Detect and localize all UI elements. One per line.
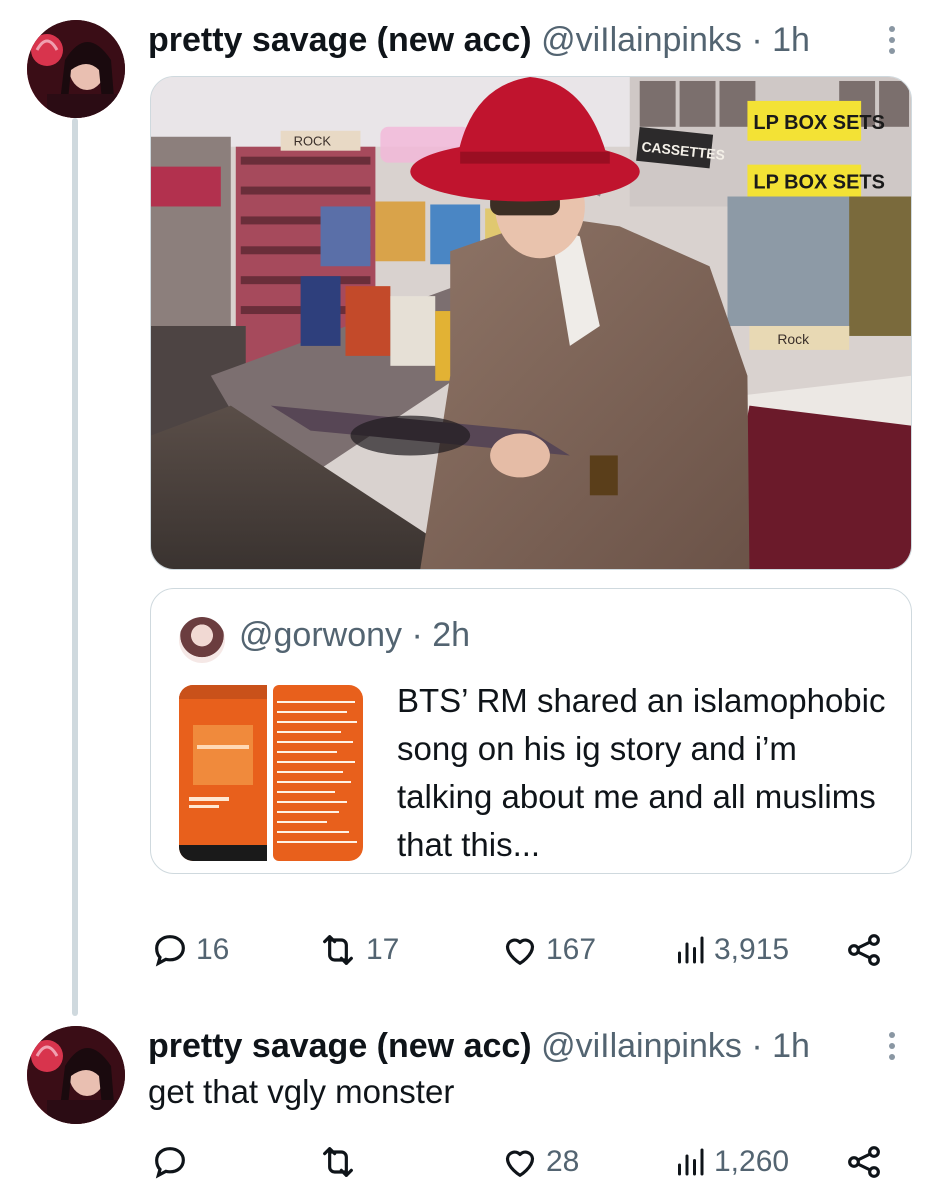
like-button[interactable]: 167 bbox=[500, 930, 596, 970]
retweet-count: 17 bbox=[366, 933, 400, 966]
display-name[interactable]: pretty savage (new acc) bbox=[148, 1027, 532, 1065]
tweet-actions-bar: 16 17 167 3,915 bbox=[150, 930, 890, 970]
timestamp[interactable]: 1h bbox=[772, 21, 810, 59]
quoted-media-thumbnail[interactable] bbox=[179, 685, 363, 861]
share-icon bbox=[848, 934, 880, 966]
reply-icon bbox=[155, 935, 185, 967]
timestamp[interactable]: 1h bbox=[772, 1027, 810, 1065]
lp-box-sets-sign: LP BOX SETS bbox=[753, 112, 884, 134]
display-name[interactable]: pretty savage (new acc) bbox=[148, 21, 532, 59]
quoted-handle[interactable]: @gorwony bbox=[239, 616, 402, 654]
user-handle[interactable]: @viIlainpinks bbox=[541, 1027, 742, 1065]
retweet-button[interactable]: 17 bbox=[316, 930, 399, 970]
share-button[interactable] bbox=[844, 1142, 884, 1182]
avatar[interactable] bbox=[27, 20, 125, 118]
share-button[interactable] bbox=[844, 930, 884, 970]
like-count: 28 bbox=[546, 1145, 580, 1178]
lp-box-sets-sign-2: LP BOX SETS bbox=[753, 172, 884, 194]
like-icon bbox=[505, 1150, 535, 1177]
reply-count: 16 bbox=[196, 933, 230, 966]
share-icon bbox=[848, 1146, 880, 1178]
tweet-text: get that vgly monster bbox=[148, 1073, 455, 1110]
retweet-icon bbox=[323, 1147, 353, 1177]
views-icon bbox=[678, 1148, 704, 1176]
reply-button[interactable] bbox=[150, 1142, 196, 1182]
quoted-avatar[interactable] bbox=[179, 617, 225, 663]
more-icon[interactable] bbox=[882, 20, 902, 60]
reply-button[interactable]: 16 bbox=[150, 930, 229, 970]
tweet-header: pretty savage (new acc) @viIlainpinks · … bbox=[148, 20, 810, 60]
separator: · bbox=[411, 616, 423, 654]
rock-sign-2: Rock bbox=[777, 331, 809, 347]
views-icon bbox=[678, 936, 704, 964]
reply-icon bbox=[155, 1147, 185, 1179]
retweet-button[interactable] bbox=[316, 1142, 366, 1182]
quoted-header: @gorwony · 2h bbox=[239, 615, 470, 655]
views-button[interactable]: 3,915 bbox=[672, 930, 789, 970]
thread-connector-line bbox=[72, 118, 78, 1016]
views-count: 3,915 bbox=[714, 933, 790, 966]
separator: · bbox=[751, 21, 763, 59]
tweet-header-2: pretty savage (new acc) @viIlainpinks · … bbox=[148, 1026, 810, 1066]
views-button[interactable]: 1,260 bbox=[672, 1142, 789, 1182]
views-count: 1,260 bbox=[714, 1145, 790, 1178]
user-handle[interactable]: @viIlainpinks bbox=[541, 21, 742, 59]
like-icon bbox=[505, 938, 535, 965]
quoted-timestamp[interactable]: 2h bbox=[432, 616, 470, 654]
more-icon[interactable] bbox=[882, 1026, 902, 1066]
tweet-media-image[interactable]: ROCK CASSETTES LP BOX SETS LP BOX SETS R… bbox=[150, 76, 912, 570]
like-button[interactable]: 28 bbox=[500, 1142, 579, 1182]
separator: · bbox=[751, 1027, 763, 1065]
tweet-actions-bar-2: 28 1,260 bbox=[150, 1142, 890, 1182]
retweet-icon bbox=[323, 935, 353, 965]
quoted-tweet-card[interactable]: @gorwony · 2h BTS’ RM shared an islamoph… bbox=[150, 588, 912, 874]
avatar-2[interactable] bbox=[27, 1026, 125, 1124]
rock-sign: ROCK bbox=[294, 134, 332, 149]
quoted-tweet-text: BTS’ RM shared an islamophobic song on h… bbox=[397, 682, 886, 863]
like-count: 167 bbox=[546, 933, 597, 966]
